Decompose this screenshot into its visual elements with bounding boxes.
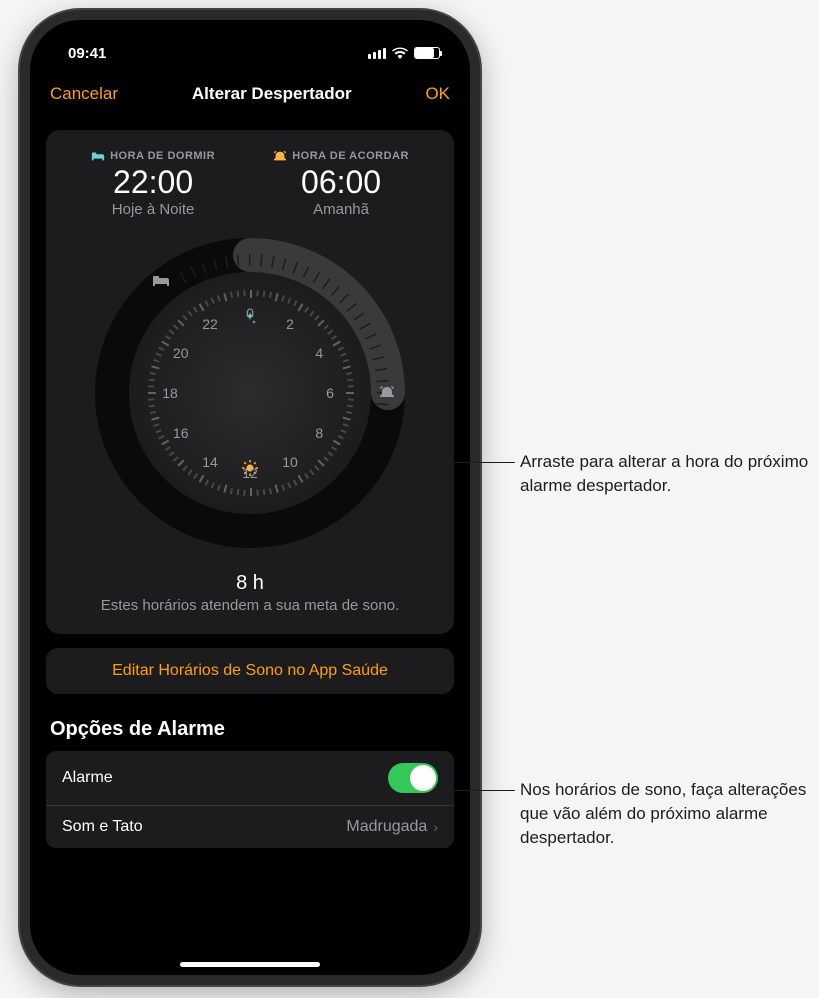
chevron-right-icon: ›	[433, 819, 438, 835]
screen: 09:41 Cancelar Alterar Despertador OK HO…	[30, 20, 470, 975]
dynamic-island	[190, 34, 310, 66]
wake-sub: Amanhã	[273, 201, 409, 218]
wake-handle[interactable]	[371, 377, 403, 409]
callout-edit: Nos horários de sono, faça alterações qu…	[520, 778, 810, 849]
dial-hour: 6	[326, 385, 334, 401]
edit-schedule-button[interactable]: Editar Horários de Sono no App Saúde	[46, 648, 454, 694]
alarm-toggle[interactable]	[388, 763, 438, 793]
bedtime-handle[interactable]	[145, 264, 177, 296]
dial-hour: 10	[282, 454, 298, 470]
alarm-options-header: Opções de Alarme	[46, 718, 454, 741]
dial-hour: 4	[315, 345, 323, 361]
callout-drag: Arraste para alterar a hora do próximo a…	[520, 450, 810, 498]
bedtime-value: 22:00	[91, 164, 215, 201]
sound-haptics-row[interactable]: Som e Tato Madrugada ›	[46, 806, 454, 848]
status-time: 09:41	[68, 45, 106, 62]
cellular-icon	[368, 48, 386, 59]
alarm-label: Alarme	[62, 769, 113, 787]
sleep-schedule-card: HORA DE DORMIR 22:00 Hoje à Noite HORA D…	[46, 130, 454, 634]
dial-hour: 2	[286, 316, 294, 332]
dial-hour: 20	[173, 345, 189, 361]
sound-label: Som e Tato	[62, 818, 143, 836]
dial-hour: 18	[162, 385, 178, 401]
phone-frame: 09:41 Cancelar Alterar Despertador OK HO…	[20, 10, 480, 985]
alarm-icon	[273, 150, 287, 162]
nav-title: Alterar Despertador	[192, 84, 352, 104]
sound-value: Madrugada	[346, 818, 427, 836]
home-indicator[interactable]	[180, 962, 320, 967]
duration-value: 8 h	[62, 572, 438, 595]
wifi-icon	[392, 47, 408, 59]
ok-button[interactable]: OK	[425, 84, 450, 104]
dial-hour: 16	[173, 425, 189, 441]
bedtime-sub: Hoje à Noite	[91, 201, 215, 218]
cancel-button[interactable]: Cancelar	[50, 84, 118, 104]
nav-bar: Cancelar Alterar Despertador OK	[30, 74, 470, 114]
sleep-dial[interactable]: 0 2 4 6 8 10 12 14 16 18 20 22	[95, 238, 405, 548]
dial-hour: 8	[315, 425, 323, 441]
duration-message: Estes horários atendem a sua meta de son…	[62, 597, 438, 614]
bed-icon	[91, 150, 105, 162]
alarm-toggle-row: Alarme	[46, 751, 454, 806]
wake-value: 06:00	[273, 164, 409, 201]
battery-icon	[414, 47, 440, 59]
dial-hour: 22	[202, 316, 218, 332]
bedtime-block: HORA DE DORMIR 22:00 Hoje à Noite	[91, 150, 215, 218]
dial-hour: 12	[242, 465, 258, 481]
dial-hour: 14	[202, 454, 218, 470]
dial-hour: 0	[246, 305, 254, 321]
wake-block: HORA DE ACORDAR 06:00 Amanhã	[273, 150, 409, 218]
